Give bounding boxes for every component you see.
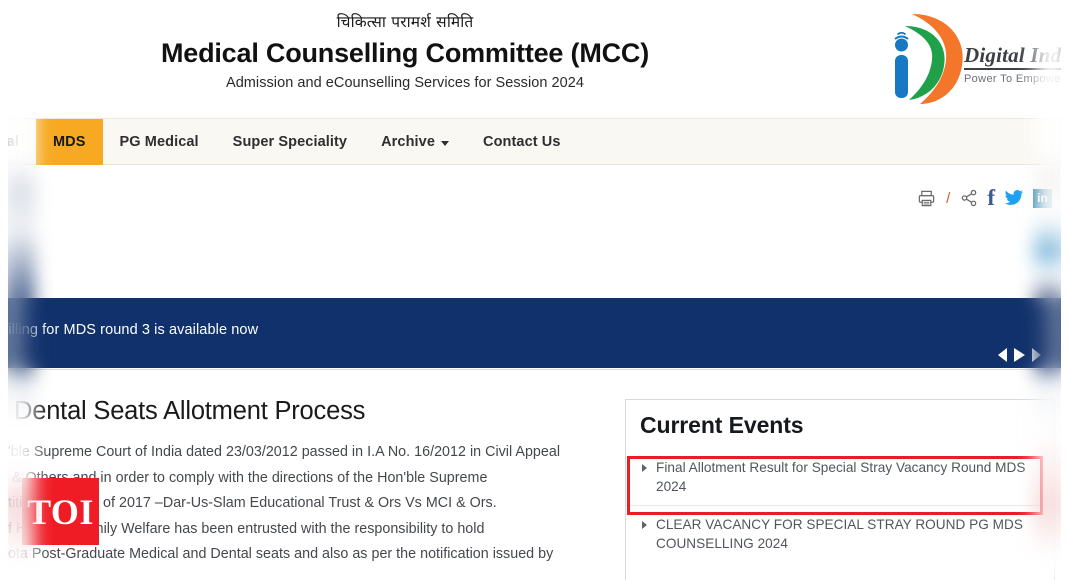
notice-banner: e filling for MDS round 3 is available n… — [0, 298, 1069, 368]
hindi-title: चिकित्सा परामर्श समिति — [336, 13, 474, 31]
separator-slash: / — [946, 189, 951, 207]
header-title-block: चिकित्सा परामर्श समिति Medical Counselli… — [0, 12, 810, 91]
nav-item-mds[interactable]: MDS — [35, 119, 103, 165]
chevron-right-icon — [1032, 348, 1041, 362]
nav-item-label: Contact Us — [483, 134, 561, 150]
article-title: Dental Seats Allotment Process — [14, 397, 366, 425]
digital-india-wordmark: Digital India Power To Empower — [964, 44, 1069, 85]
carousel-next-button[interactable] — [1032, 348, 1041, 362]
chevron-left-icon — [998, 348, 1007, 362]
current-events-panel: Current Events Final Allotment Result fo… — [625, 399, 1055, 580]
main-navigation: UG Medical MDS PG Medical Super Speciali… — [0, 118, 1069, 165]
digital-india-emblem-icon — [894, 14, 963, 104]
toi-watermark-label: TOI — [27, 491, 94, 532]
page-subtitle: Admission and eCounselling Services for … — [225, 75, 585, 91]
nav-item-label: Archive — [381, 134, 435, 150]
screenshot-root: चिकित्सा परामर्श समिति Medical Counselli… — [0, 0, 1069, 580]
twitter-icon[interactable] — [1004, 189, 1024, 207]
share-toolbar: / f in — [917, 186, 1052, 209]
nav-item-label: MDS — [52, 134, 86, 150]
banner-message: e filling for MDS round 3 is available n… — [0, 322, 259, 338]
bullet-arrow-icon — [642, 521, 647, 529]
event-link-label: CLEAR VACANCY FOR SPECIAL STRAY ROUND PG… — [656, 517, 1023, 551]
digital-india-name: Digital India — [964, 44, 1069, 70]
article-line: n'ble Supreme Court of India dated 23/03… — [0, 444, 561, 460]
main-content: Dental Seats Allotment Process n'ble Sup… — [0, 369, 1069, 580]
event-link-label: Final Allotment Result for Special Stray… — [656, 460, 1026, 494]
page-title: Medical Counselling Committee (MCC) — [160, 38, 650, 68]
carousel-play-button[interactable] — [1014, 348, 1025, 362]
toi-watermark: TOI — [22, 478, 99, 545]
carousel-prev-button[interactable] — [998, 348, 1007, 362]
nav-item-ug-medical[interactable]: UG Medical — [0, 119, 36, 165]
mcc-website: चिकित्सा परामर्श समिति Medical Counselli… — [0, 0, 1069, 580]
digital-india-tagline: Power To Empower — [964, 73, 1065, 85]
nav-item-super-speciality[interactable]: Super Speciality — [216, 119, 364, 165]
share-icon[interactable] — [960, 189, 978, 207]
utility-strip: / f in — [0, 166, 1069, 276]
print-icon[interactable] — [917, 189, 936, 208]
site-header: चिकित्सा परामर्श समिति Medical Counselli… — [0, 0, 1069, 118]
play-icon — [1014, 348, 1025, 362]
list-item[interactable]: Final Allotment Result for Special Stray… — [626, 449, 1054, 505]
nav-item-label: UG Medical — [0, 134, 19, 150]
nav-item-label: PG Medical — [119, 134, 199, 150]
carousel-controls — [998, 348, 1041, 362]
current-events-title: Current Events — [640, 412, 804, 438]
article-line: uota Post-Graduate Medical and Dental se… — [0, 546, 554, 562]
nav-item-archive[interactable]: Archive — [364, 119, 466, 165]
nav-item-pg-medical[interactable]: PG Medical — [103, 119, 216, 165]
facebook-icon[interactable]: f — [987, 186, 995, 209]
chevron-down-icon — [441, 140, 449, 146]
nav-item-label: Super Speciality — [232, 134, 348, 150]
linkedin-icon[interactable]: in — [1033, 188, 1052, 208]
nav-item-contact-us[interactable]: Contact Us — [466, 119, 578, 165]
nav-items-container: UG Medical MDS PG Medical Super Speciali… — [0, 119, 578, 165]
digital-india-logo: Digital India Power To Empower — [872, 6, 1069, 110]
list-item[interactable]: CLEAR VACANCY FOR SPECIAL STRAY ROUND PG… — [626, 505, 1054, 562]
bullet-arrow-icon — [642, 464, 647, 472]
